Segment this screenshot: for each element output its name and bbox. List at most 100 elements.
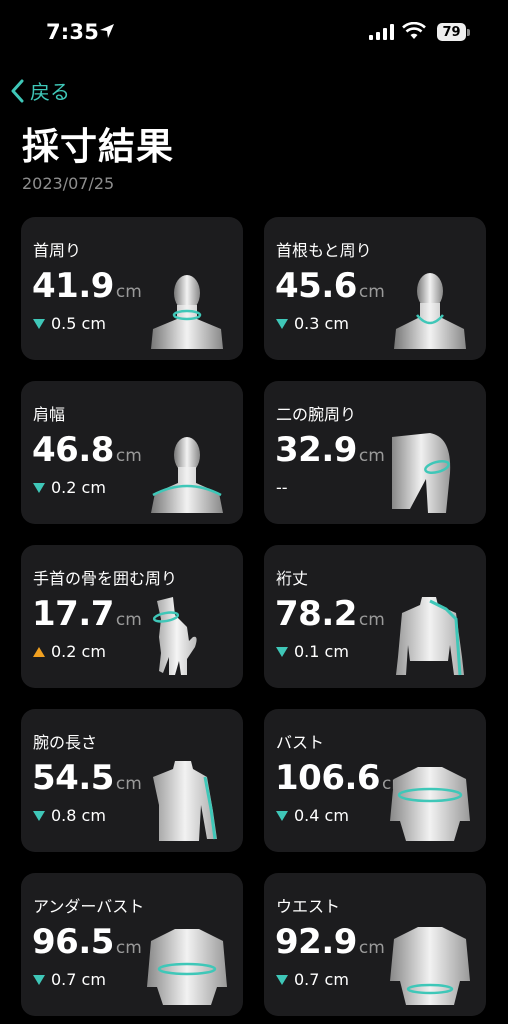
measurement-label: 裄丈: [276, 569, 309, 588]
decrease-triangle-icon: [276, 646, 288, 657]
measurement-card[interactable]: 肩幅 46.8 cm 0.2 cm: [21, 381, 243, 524]
measurement-card[interactable]: 裄丈 78.2 cm 0.1 cm: [264, 545, 486, 688]
measurement-number: 46.8: [32, 430, 114, 470]
battery-tip: [467, 29, 470, 36]
measurement-unit: cm: [358, 446, 385, 466]
torso-under-figure-icon: [147, 929, 227, 1005]
measurement-card[interactable]: 首根もと周り 45.6 cm 0.3 cm: [264, 217, 486, 360]
torso-chest-figure-icon: [390, 767, 470, 841]
page-title: 採寸結果: [22, 125, 174, 168]
increase-triangle-icon: [33, 646, 45, 657]
change-value: 0.2 cm: [51, 642, 106, 661]
measurement-change: 0.2 cm: [33, 478, 106, 497]
battery-indicator: 79: [437, 23, 466, 41]
measurement-value: 46.8 cm: [32, 430, 142, 470]
decrease-triangle-icon: [33, 810, 45, 821]
measurement-label: 首周り: [33, 241, 82, 260]
measurement-value: 78.2 cm: [275, 594, 385, 634]
measurement-value: 45.6 cm: [275, 266, 385, 306]
measurement-unit: cm: [115, 774, 142, 794]
measurement-change: 0.3 cm: [276, 314, 349, 333]
measurement-number: 17.7: [32, 594, 114, 634]
measurement-change: 0.1 cm: [276, 642, 349, 661]
measurement-change: --: [276, 478, 288, 497]
measurement-label: 腕の長さ: [33, 733, 98, 752]
status-time: 7:35: [46, 20, 100, 44]
battery-level: 79: [442, 24, 461, 40]
cellular-signal-icon: [369, 24, 394, 40]
back-button[interactable]: 戻る: [10, 76, 70, 105]
decrease-triangle-icon: [33, 974, 45, 985]
decrease-triangle-icon: [33, 318, 45, 329]
measurement-card[interactable]: 二の腕周り 32.9 cm --: [264, 381, 486, 524]
measurement-value: 17.7 cm: [32, 594, 142, 634]
back-label: 戻る: [30, 80, 70, 104]
measurement-card[interactable]: バスト 106.6 cm 0.4 cm: [264, 709, 486, 852]
back-arm-figure-icon: [396, 597, 464, 676]
measurement-number: 106.6: [275, 758, 381, 798]
measurement-label: 二の腕周り: [276, 405, 357, 424]
measurement-number: 92.9: [275, 922, 357, 962]
measurement-label: 肩幅: [33, 405, 66, 424]
measurement-unit: cm: [115, 610, 142, 630]
screen: 7:35 79 戻る 採寸結果 2023/07/25 首周り 41.9 cm 0…: [0, 0, 508, 1024]
measurement-unit: cm: [115, 938, 142, 958]
hand-wrist-figure-icon: [152, 597, 197, 675]
measurement-number: 96.5: [32, 922, 114, 962]
change-value: 0.1 cm: [294, 642, 349, 661]
change-value: 0.5 cm: [51, 314, 106, 333]
status-bar: 7:35 79: [0, 0, 508, 64]
measurement-label: バスト: [276, 733, 325, 752]
change-value: 0.2 cm: [51, 478, 106, 497]
measurement-card[interactable]: ウエスト 92.9 cm 0.7 cm: [264, 873, 486, 1016]
measurement-card[interactable]: 首周り 41.9 cm 0.5 cm: [21, 217, 243, 360]
measurement-label: 首根もと周り: [276, 241, 372, 260]
measurement-card[interactable]: 手首の骨を囲む周り 17.7 cm 0.2 cm: [21, 545, 243, 688]
location-arrow-icon: [100, 24, 114, 38]
measurement-date: 2023/07/25: [22, 174, 115, 193]
measurement-label: ウエスト: [276, 897, 341, 916]
decrease-triangle-icon: [276, 810, 288, 821]
measurement-number: 45.6: [275, 266, 357, 306]
measurement-unit: cm: [358, 610, 385, 630]
measurement-card[interactable]: 腕の長さ 54.5 cm 0.8 cm: [21, 709, 243, 852]
change-value: 0.8 cm: [51, 806, 106, 825]
measurement-change: 0.4 cm: [276, 806, 349, 825]
measurement-change: 0.7 cm: [33, 970, 106, 989]
head-neck-figure-icon: [151, 275, 223, 349]
measurement-value: 41.9 cm: [32, 266, 142, 306]
head-shoulders-figure-icon: [151, 437, 223, 513]
measurement-value: 106.6 cm: [275, 758, 408, 798]
measurement-value: 54.5 cm: [32, 758, 142, 798]
measurement-number: 41.9: [32, 266, 114, 306]
measurement-unit: cm: [115, 282, 142, 302]
change-value: 0.7 cm: [51, 970, 106, 989]
measurement-card[interactable]: アンダーバスト 96.5 cm 0.7 cm: [21, 873, 243, 1016]
measurement-unit: cm: [358, 938, 385, 958]
measurement-change: 0.7 cm: [276, 970, 349, 989]
wifi-icon: [402, 22, 426, 39]
measurement-unit: cm: [358, 282, 385, 302]
measurement-number: 54.5: [32, 758, 114, 798]
change-value: 0.3 cm: [294, 314, 349, 333]
measurement-change: 0.8 cm: [33, 806, 106, 825]
measurement-label: 手首の骨を囲む周り: [33, 569, 178, 588]
decrease-triangle-icon: [276, 974, 288, 985]
measurement-change: 0.5 cm: [33, 314, 106, 333]
change-value: 0.7 cm: [294, 970, 349, 989]
measurement-number: 78.2: [275, 594, 357, 634]
measurement-unit: cm: [115, 446, 142, 466]
measurement-change: 0.2 cm: [33, 642, 106, 661]
measurement-value: 96.5 cm: [32, 922, 142, 962]
head-neck-base-figure-icon: [394, 273, 466, 349]
torso-waist-figure-icon: [390, 927, 470, 1005]
measurement-label: アンダーバスト: [33, 897, 145, 916]
measurement-number: 32.9: [275, 430, 357, 470]
upper-arm-figure-icon: [392, 433, 451, 513]
side-arm-figure-icon: [153, 761, 217, 841]
change-value: 0.4 cm: [294, 806, 349, 825]
decrease-triangle-icon: [33, 482, 45, 493]
decrease-triangle-icon: [276, 318, 288, 329]
measurement-value: 92.9 cm: [275, 922, 385, 962]
chevron-left-icon: [11, 79, 24, 102]
